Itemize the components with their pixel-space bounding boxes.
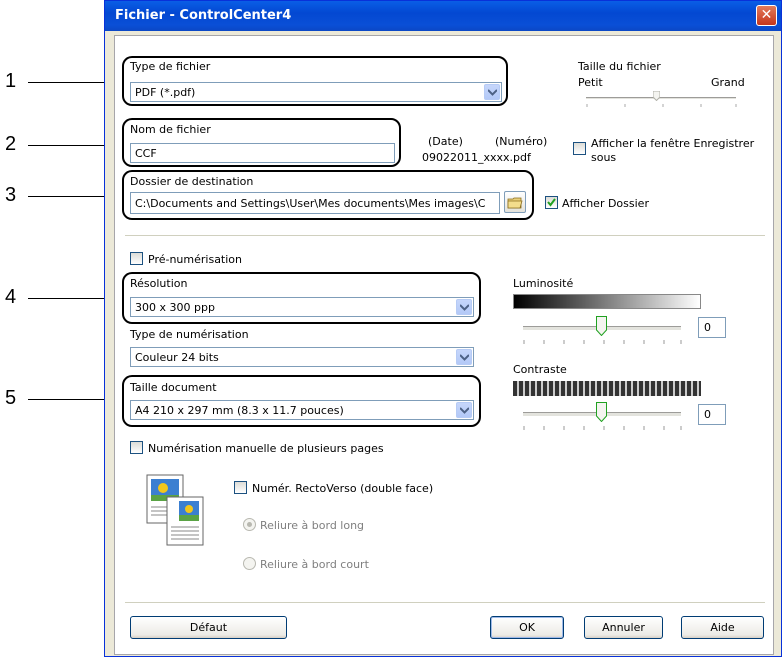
scan-type-value: Couleur 24 bits xyxy=(135,351,219,364)
scan-type-select[interactable]: Couleur 24 bits xyxy=(130,347,474,367)
file-name-label: Nom de fichier xyxy=(130,123,211,136)
show-save-as-label: Afficher la fenêtre Enregistrer sous xyxy=(591,137,755,164)
bottom-divider xyxy=(125,602,765,603)
duplex-pages-icon xyxy=(146,474,204,546)
checkmark-icon xyxy=(547,198,556,207)
doc-size-select[interactable]: A4 210 x 297 mm (8.3 x 11.7 pouces) xyxy=(130,400,474,420)
resolution-label: Résolution xyxy=(130,277,188,290)
file-size-label: Taille du fichier xyxy=(578,60,661,73)
contrast-value-input[interactable]: 0 xyxy=(698,404,726,425)
browse-folder-button[interactable] xyxy=(504,191,526,213)
callout-3: 3 xyxy=(5,184,17,206)
show-folder-checkbox[interactable] xyxy=(545,196,558,209)
chevron-down-icon[interactable] xyxy=(456,349,472,365)
resolution-value: 300 x 300 ppp xyxy=(135,301,215,314)
file-size-slider-thumb[interactable] xyxy=(652,90,661,102)
file-type-select[interactable]: PDF (*.pdf) xyxy=(130,82,502,102)
scan-type-label: Type de numérisation xyxy=(130,328,249,341)
ok-button[interactable]: OK xyxy=(490,616,564,639)
duplex-checkbox[interactable] xyxy=(234,481,247,494)
destination-input[interactable]: C:\Documents and Settings\User\Mes docum… xyxy=(130,192,500,214)
title-bar[interactable]: Fichier - ControlCenter4 ✕ xyxy=(105,1,781,31)
doc-size-label: Taille document xyxy=(130,381,217,394)
divider xyxy=(125,235,765,236)
chevron-down-icon[interactable] xyxy=(456,402,472,418)
long-edge-radio[interactable] xyxy=(243,518,256,531)
window-title: Fichier - ControlCenter4 xyxy=(115,8,292,23)
number-label: (Numéro) xyxy=(495,135,548,148)
multipage-label: Numérisation manuelle de plusieurs pages xyxy=(148,442,384,455)
prescan-label: Pré-numérisation xyxy=(148,253,243,266)
contrast-label: Contraste xyxy=(513,363,567,376)
long-edge-label: Reliure à bord long xyxy=(260,519,365,532)
file-name-input[interactable]: CCF xyxy=(130,143,395,163)
duplex-label: Numér. RectoVerso (double face) xyxy=(252,482,434,495)
contrast-pattern xyxy=(513,381,701,396)
file-type-value: PDF (*.pdf) xyxy=(135,86,196,99)
chevron-down-icon[interactable] xyxy=(484,84,500,100)
callout-1: 1 xyxy=(5,70,17,92)
multipage-checkbox[interactable] xyxy=(130,441,143,454)
folder-icon xyxy=(507,197,523,209)
prescan-checkbox[interactable] xyxy=(130,252,143,265)
destination-value: C:\Documents and Settings\User\Mes docum… xyxy=(135,197,486,210)
close-button[interactable]: ✕ xyxy=(756,5,777,26)
brightness-value-input[interactable]: 0 xyxy=(698,317,726,338)
show-folder-label: Afficher Dossier xyxy=(562,197,649,210)
destination-label: Dossier de destination xyxy=(130,175,254,188)
chevron-down-icon[interactable] xyxy=(456,299,472,315)
date-label: (Date) xyxy=(428,135,463,148)
show-save-as-checkbox[interactable] xyxy=(573,142,586,155)
file-name-value: CCF xyxy=(135,147,157,160)
help-button[interactable]: Aide xyxy=(681,616,764,639)
file-type-label: Type de fichier xyxy=(130,60,211,73)
file-size-slider-track xyxy=(586,97,736,100)
brightness-value: 0 xyxy=(704,321,711,334)
contrast-slider-thumb[interactable] xyxy=(596,402,607,423)
callout-4: 4 xyxy=(5,286,17,308)
file-size-small-label: Petit xyxy=(578,76,603,89)
settings-panel: Type de fichier PDF (*.pdf) Taille du fi… xyxy=(114,35,774,655)
brightness-gradient xyxy=(513,294,701,309)
short-edge-radio[interactable] xyxy=(243,557,256,570)
brightness-ticks xyxy=(523,340,682,344)
brightness-slider-thumb[interactable] xyxy=(596,316,607,337)
cancel-button[interactable]: Annuler xyxy=(584,616,663,639)
file-name-sample: 09022011_xxxx.pdf xyxy=(422,151,531,164)
contrast-value: 0 xyxy=(704,408,711,421)
short-edge-label: Reliure à bord court xyxy=(260,558,369,571)
brightness-label: Luminosité xyxy=(513,277,574,290)
file-size-large-label: Grand xyxy=(711,76,745,89)
doc-size-value: A4 210 x 297 mm (8.3 x 11.7 pouces) xyxy=(135,404,344,417)
default-button[interactable]: Défaut xyxy=(130,616,287,639)
callout-2: 2 xyxy=(5,133,17,155)
resolution-select[interactable]: 300 x 300 ppp xyxy=(130,297,474,317)
callout-5: 5 xyxy=(5,387,17,409)
dialog-window: Fichier - ControlCenter4 ✕ Type de fichi… xyxy=(104,0,782,657)
file-size-ticks xyxy=(586,104,737,107)
contrast-ticks xyxy=(523,426,682,430)
